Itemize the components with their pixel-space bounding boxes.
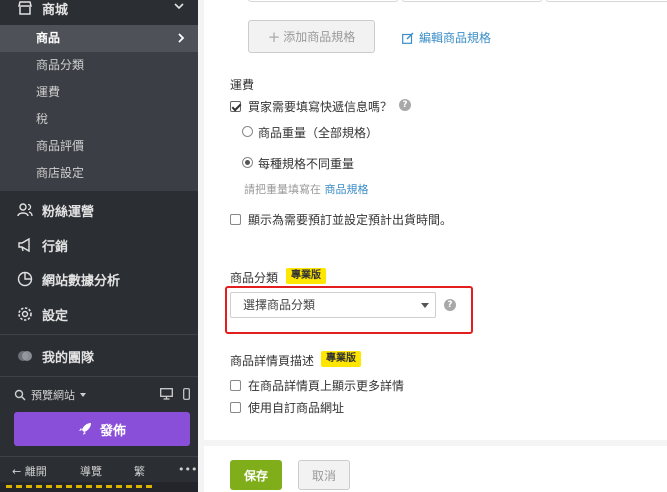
sidebar-item-shipping[interactable]: 運費 xyxy=(0,79,198,106)
users-icon xyxy=(16,201,34,219)
store-icon xyxy=(16,0,34,17)
more-menu-button[interactable]: ••• xyxy=(178,463,197,476)
store-submenu: 商品 商品分類 運費 稅 商品評價 商店設定 xyxy=(0,25,198,191)
chevron-down-icon xyxy=(174,3,184,10)
show-more-details-label: 在商品詳情頁上顯示更多詳情 xyxy=(248,379,405,393)
product-weight-label: 商品重量（全部規格） xyxy=(258,126,379,140)
sidebar-item-categories[interactable]: 商品分類 xyxy=(0,52,198,79)
sidebar-bottom-strip xyxy=(0,482,198,492)
sidebar-item-label: 商店設定 xyxy=(36,166,85,180)
sidebar-item-label: 稅 xyxy=(36,112,49,126)
help-icon[interactable]: ? xyxy=(399,99,411,111)
sidebar-section-label: 網站數據分析 xyxy=(42,273,121,289)
publish-button[interactable]: 發佈 xyxy=(14,412,190,446)
mobile-preview-icon[interactable] xyxy=(183,388,190,400)
sidebar-divider xyxy=(0,334,198,335)
add-spec-label: 添加商品規格 xyxy=(283,30,356,44)
desktop-preview-icon[interactable] xyxy=(160,388,173,400)
sidebar-divider xyxy=(0,456,198,457)
detail-page-title: 商品詳情頁描述 xyxy=(230,354,315,368)
caret-down-icon[interactable] xyxy=(79,391,87,399)
sidebar-item-label: 商品 xyxy=(36,31,61,45)
highlight-box xyxy=(225,286,473,334)
guide-link[interactable]: 導覽 xyxy=(80,463,102,479)
preorder-label: 顯示為需要預訂並設定預計出貨時間。 xyxy=(248,213,453,227)
sidebar-item-tax[interactable]: 稅 xyxy=(0,106,198,133)
rocket-icon xyxy=(78,423,91,435)
spec-field[interactable] xyxy=(248,0,398,2)
plus-icon: + xyxy=(267,27,281,46)
sidebar-bottom-bar: ← 離開 導覽 繁 ••• xyxy=(0,458,198,482)
sidebar: 商城 商品 商品分類 運費 稅 商品評價 商店設定 粉絲運營 行銷 網站數據分析 xyxy=(0,0,198,492)
sidebar-item-store-settings[interactable]: 商店設定 xyxy=(0,160,198,187)
sidebar-section-label: 粉絲運營 xyxy=(42,204,95,220)
shipping-title: 運費 xyxy=(230,78,255,92)
spec-field[interactable] xyxy=(546,0,667,2)
sidebar-section-label: 設定 xyxy=(42,308,69,324)
custom-url-label: 使用自訂商品網址 xyxy=(248,401,345,415)
pro-badge: 專業版 xyxy=(286,268,326,284)
product-form-card: + 添加商品規格 編輯商品規格 運費 買家需要填寫快遞信息嗎？ ? 商品重量（全… xyxy=(204,0,667,440)
weight-hint: 請把重量填寫在 商品規格 xyxy=(244,181,369,197)
preorder-checkbox[interactable] xyxy=(230,214,241,225)
add-spec-button[interactable]: + 添加商品規格 xyxy=(248,20,375,53)
sidebar-item-label: 商品分類 xyxy=(36,58,85,72)
spec-fields-row xyxy=(248,0,667,2)
per-spec-weight-label: 每種規格不同重量 xyxy=(258,157,355,171)
search-icon xyxy=(14,389,26,401)
sidebar-item-label: 商品評價 xyxy=(36,139,85,153)
gear-icon xyxy=(16,305,34,323)
spec-field[interactable] xyxy=(402,0,542,2)
pro-badge: 專業版 xyxy=(321,351,361,367)
category-title: 商品分類 xyxy=(230,271,279,285)
sidebar-item-reviews[interactable]: 商品評價 xyxy=(0,133,198,160)
save-button[interactable]: 保存 xyxy=(230,460,282,490)
notification-strip xyxy=(6,485,156,488)
sidebar-section-store[interactable]: 商城 xyxy=(0,0,198,24)
sidebar-item-label: 運費 xyxy=(36,85,61,99)
sidebar-section-fans[interactable]: 粉絲運營 xyxy=(0,195,198,225)
pie-chart-icon xyxy=(16,270,34,288)
sidebar-section-label: 商城 xyxy=(42,2,69,18)
edit-icon xyxy=(402,32,414,44)
sidebar-section-label: 行銷 xyxy=(42,239,69,255)
sidebar-section-label: 我的團隊 xyxy=(42,350,95,366)
weight-hint-link[interactable]: 商品規格 xyxy=(325,183,369,196)
form-footer: 保存 取消 xyxy=(204,446,667,492)
sidebar-section-settings[interactable]: 設定 xyxy=(0,299,198,329)
sidebar-section-marketing[interactable]: 行銷 xyxy=(0,230,198,260)
language-link[interactable]: 繁 xyxy=(134,463,145,479)
sidebar-divider xyxy=(0,376,198,377)
cancel-button[interactable]: 取消 xyxy=(298,460,350,490)
per-spec-weight-radio[interactable] xyxy=(242,157,253,168)
publish-label: 發佈 xyxy=(99,423,126,439)
custom-url-checkbox[interactable] xyxy=(230,402,241,413)
buyer-fill-checkbox[interactable] xyxy=(230,101,241,112)
show-more-details-checkbox[interactable] xyxy=(230,380,241,391)
megaphone-icon xyxy=(16,236,34,254)
edit-spec-link[interactable]: 編輯商品規格 xyxy=(402,29,491,46)
edit-spec-label: 編輯商品規格 xyxy=(419,31,492,45)
main-panel: + 添加商品規格 編輯商品規格 運費 買家需要填寫快遞信息嗎？ ? 商品重量（全… xyxy=(204,0,667,492)
weight-hint-text: 請把重量填寫在 xyxy=(244,183,321,196)
team-avatar-icon xyxy=(16,347,34,365)
preview-site-dropdown[interactable]: 預覽網站 xyxy=(31,387,75,403)
chevron-right-icon xyxy=(178,33,185,43)
sidebar-section-my-team[interactable]: 我的團隊 xyxy=(0,341,198,371)
product-weight-radio[interactable] xyxy=(242,126,253,137)
sidebar-section-analytics[interactable]: 網站數據分析 xyxy=(0,264,198,294)
buyer-fill-label: 買家需要填寫快遞信息嗎？ xyxy=(248,100,393,114)
sidebar-item-products[interactable]: 商品 xyxy=(0,25,198,52)
leave-link[interactable]: ← 離開 xyxy=(12,463,47,479)
preview-site-row: 預覽網站 xyxy=(14,386,190,404)
